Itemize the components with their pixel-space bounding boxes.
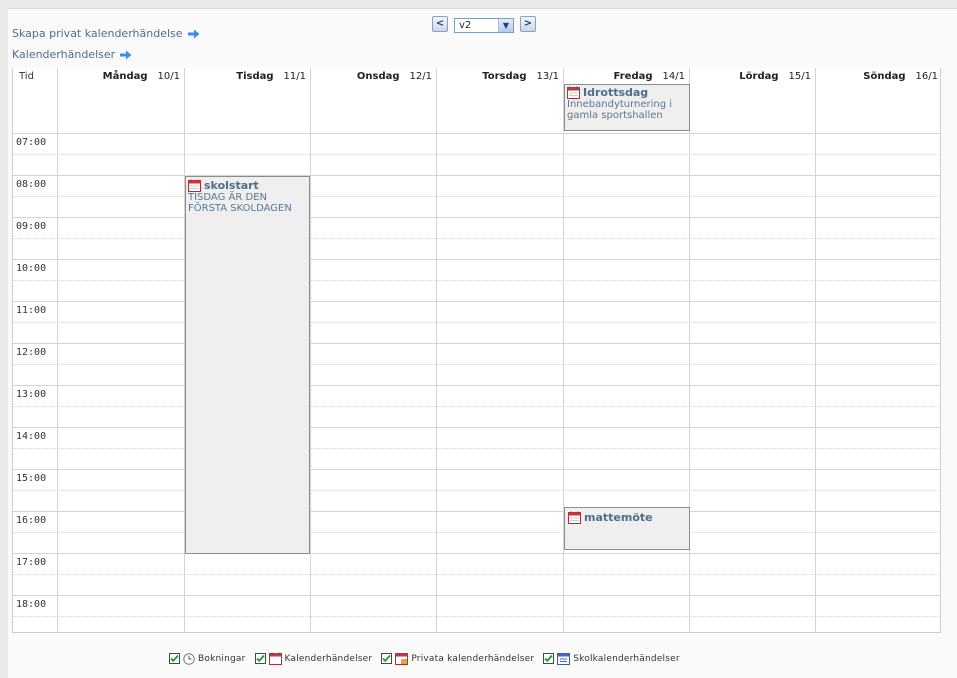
hour-label: 08:00 [16,179,47,190]
calendar-icon [567,86,580,99]
week-navigation: < v2 ▼ > [432,14,536,33]
grid-half-hour-line [13,364,940,365]
event-description: TISDAG ÄR DEN FÖRSTA SKOLDAGEN [188,192,292,214]
week-select-value: v2 [459,20,472,31]
calendar-icon [568,511,581,524]
grid-hour-line [13,595,940,596]
grid-column-divider [436,68,437,632]
chevron-right-icon: > [523,17,533,29]
event-title: skolstart [204,179,259,192]
grid-column-divider [57,68,58,632]
arrow-right-icon [187,29,200,38]
grid-column-divider [310,68,311,632]
hour-label: 18:00 [16,599,47,610]
hour-label: 15:00 [16,473,47,484]
grid-half-hour-line [13,448,940,449]
next-week-button[interactable]: > [520,15,536,32]
checkmark-icon [382,654,391,663]
hour-label: 07:00 [16,137,47,148]
day-header-tuesday: Tisdag 11/1 [236,71,306,82]
private-calendar-icon [395,653,409,665]
day-header-monday: Måndag 10/1 [102,71,180,82]
time-column-header: Tid [19,71,34,82]
clock-icon [183,652,195,665]
calendar-event-mattemote[interactable]: mattemöte [564,507,690,550]
calendar-events-checkbox[interactable] [254,653,266,664]
hour-label: 12:00 [16,347,47,358]
grid-half-hour-line [13,574,940,575]
event-description: Innebandyturnering i gamla sportshallen [567,99,673,121]
grid-hour-line [13,259,940,260]
day-header-sunday: Söndag 16/1 [863,71,938,82]
grid-hour-line [13,385,940,386]
grid-half-hour-line [13,616,940,617]
grid-hour-line [13,469,940,470]
calendar-legend: Bokningar Kalenderhändelser Privata kale… [166,652,683,665]
chevron-down-icon: ▼ [498,19,513,32]
grid-half-hour-line [13,238,940,239]
calendar-event-skolstart[interactable]: skolstart TISDAG ÄR DEN FÖRSTA SKOLDAGEN [185,176,310,554]
grid-column-divider [815,68,816,632]
school-calendar-icon [557,653,571,665]
grid-hour-line [13,553,940,554]
calendar-events-label: Kalenderhändelser [12,48,116,61]
checkmark-icon [170,654,179,663]
hour-label: 14:00 [16,431,47,442]
grid-hour-line [13,133,940,134]
hour-label: 09:00 [16,221,47,232]
private-events-checkbox[interactable] [381,653,393,664]
calendar-event-idrottsdag[interactable]: Idrottsdag Innebandyturnering i gamla sp… [564,84,690,131]
grid-hour-line [13,427,940,428]
grid-half-hour-line [13,406,940,407]
calendar-icon [188,179,201,192]
grid-half-hour-line [13,322,940,323]
grid-hour-line [13,217,940,218]
grid-half-hour-line [13,154,940,155]
grid-hour-line [13,175,940,176]
grid-half-hour-line [13,532,940,533]
grid-hour-line [13,343,940,344]
school-events-checkbox[interactable] [543,653,555,664]
checkmark-icon [255,654,265,663]
hour-label: 16:00 [16,515,47,526]
arrow-right-icon [120,50,132,59]
week-calendar-grid: Tid Måndag 10/1 Tisdag 11/1 Onsdag 12/1 Tor… [12,68,941,633]
chevron-left-icon: < [435,17,445,29]
week-select[interactable]: v2 ▼ [454,18,514,33]
create-private-event-label: Skapa privat kalenderhändelse [12,27,183,40]
create-private-event-link[interactable]: Skapa privat kalenderhändelse [12,27,200,40]
grid-hour-line [13,301,940,302]
legend-private-events-label: Privata kalenderhändelser [411,653,535,664]
previous-week-button[interactable]: < [432,15,448,32]
hour-label: 17:00 [16,557,47,568]
hour-label: 10:00 [16,263,47,274]
day-header-saturday: Lördag 15/1 [739,71,811,82]
legend-calendar-events-label: Kalenderhändelser [284,653,373,664]
legend-school-events-label: Skolkalenderhändelser [573,653,680,664]
bookings-checkbox[interactable] [169,653,180,664]
checkmark-icon [544,654,553,663]
calendar-icon [268,652,282,665]
hour-label: 11:00 [16,305,47,316]
day-header-thursday: Torsdag 13/1 [482,71,559,82]
event-title: mattemöte [584,511,653,524]
day-header-friday: Fredag 14/1 [613,71,685,82]
hour-label: 13:00 [16,389,47,400]
calendar-events-link[interactable]: Kalenderhändelser [12,48,132,61]
grid-hour-line [13,511,940,512]
grid-half-hour-line [13,196,940,197]
legend-bookings-label: Bokningar [198,653,246,664]
grid-half-hour-line [13,280,940,281]
day-header-wednesday: Onsdag 12/1 [356,71,432,82]
event-title: Idrottsdag [583,86,649,99]
grid-half-hour-line [13,490,940,491]
